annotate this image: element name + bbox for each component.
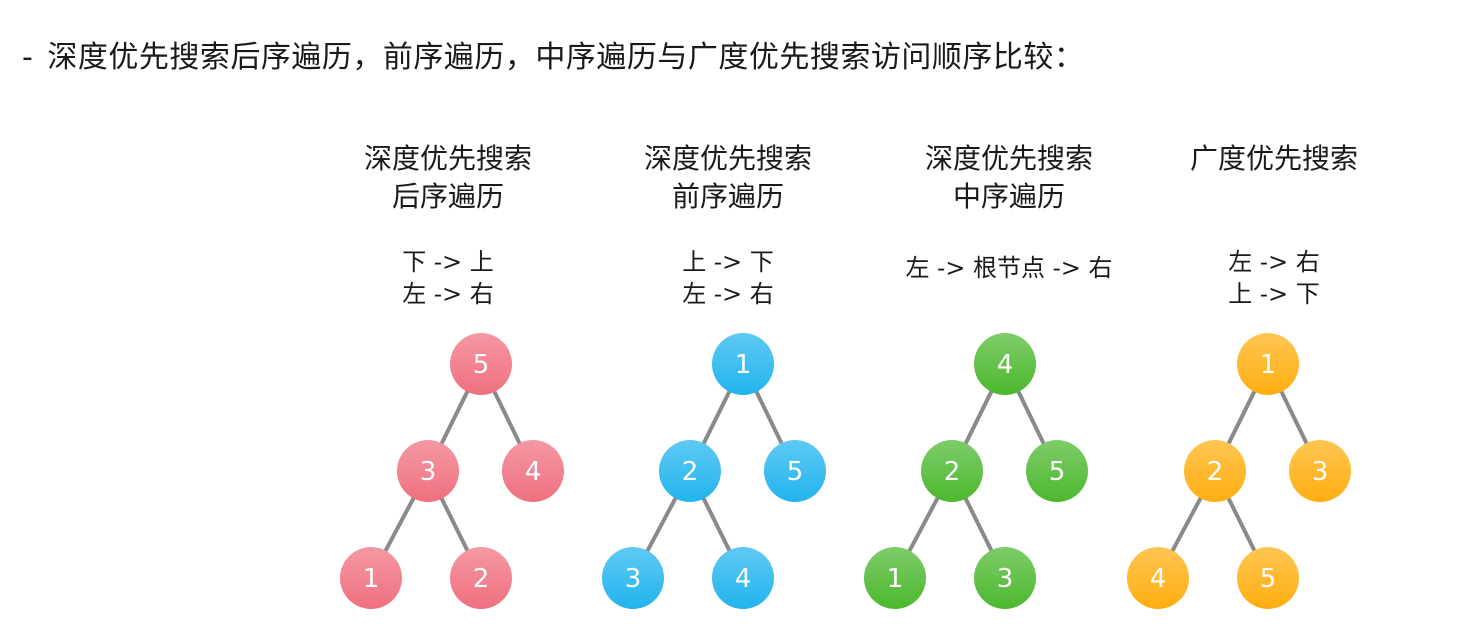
tree-edge bbox=[643, 492, 680, 557]
tree-node-left: 2 bbox=[659, 440, 721, 502]
tree-edge bbox=[381, 492, 418, 557]
tree-node-left-right: 5 bbox=[1237, 547, 1299, 609]
node-label: 2 bbox=[1207, 457, 1224, 487]
tree-postorder: 5 3 4 1 2 bbox=[340, 333, 564, 609]
node-label: 5 bbox=[1260, 564, 1277, 594]
node-label: 4 bbox=[525, 457, 542, 487]
tree-edge bbox=[699, 386, 734, 449]
tree-node-root: 5 bbox=[450, 333, 512, 395]
node-label: 3 bbox=[625, 564, 642, 594]
tree-node-left-left: 4 bbox=[1127, 547, 1189, 609]
tree-node-left: 2 bbox=[921, 440, 983, 502]
tree-node-left-left: 3 bbox=[602, 547, 664, 609]
node-label: 2 bbox=[473, 564, 490, 594]
tree-node-left: 3 bbox=[397, 440, 459, 502]
tree-node-left-left: 1 bbox=[340, 547, 402, 609]
tree-bfs: 1 2 3 4 5 bbox=[1127, 333, 1351, 609]
node-label: 1 bbox=[1260, 350, 1277, 380]
tree-node-left-left: 1 bbox=[864, 547, 926, 609]
tree-node-root: 1 bbox=[712, 333, 774, 395]
node-label: 2 bbox=[944, 457, 961, 487]
tree-edge bbox=[1224, 493, 1259, 556]
tree-node-left-right: 3 bbox=[974, 547, 1036, 609]
node-label: 5 bbox=[1049, 457, 1066, 487]
tree-edge bbox=[905, 492, 942, 557]
tree-node-left-right: 2 bbox=[450, 547, 512, 609]
node-label: 5 bbox=[473, 350, 490, 380]
tree-edge bbox=[1168, 492, 1205, 557]
node-label: 1 bbox=[363, 564, 380, 594]
node-label: 1 bbox=[887, 564, 904, 594]
node-label: 4 bbox=[997, 350, 1014, 380]
tree-edge bbox=[1277, 386, 1311, 449]
tree-edge bbox=[699, 493, 734, 556]
node-label: 1 bbox=[735, 350, 752, 380]
tree-node-left-right: 4 bbox=[712, 547, 774, 609]
tree-edge bbox=[1014, 386, 1048, 449]
node-label: 4 bbox=[735, 564, 752, 594]
node-label: 2 bbox=[682, 457, 699, 487]
tree-node-root: 1 bbox=[1237, 333, 1299, 395]
tree-preorder: 1 2 5 3 4 bbox=[602, 333, 826, 609]
tree-node-root: 4 bbox=[974, 333, 1036, 395]
node-label: 3 bbox=[420, 457, 437, 487]
tree-edge bbox=[752, 386, 786, 449]
tree-node-right: 3 bbox=[1289, 440, 1351, 502]
tree-edge bbox=[490, 386, 524, 449]
tree-edge bbox=[437, 386, 472, 449]
node-label: 4 bbox=[1150, 564, 1167, 594]
tree-edge bbox=[1224, 386, 1259, 449]
node-label: 5 bbox=[787, 457, 804, 487]
tree-node-right: 5 bbox=[764, 440, 826, 502]
tree-diagrams: 5 3 4 1 2 1 2 5 3 4 4 2 5 1 3 1 2 3 4 5 bbox=[340, 333, 1351, 609]
tree-inorder: 4 2 5 1 3 bbox=[864, 333, 1088, 609]
node-label: 3 bbox=[997, 564, 1014, 594]
tree-edge bbox=[961, 493, 996, 556]
tree-node-left: 2 bbox=[1184, 440, 1246, 502]
tree-node-right: 4 bbox=[502, 440, 564, 502]
tree-edge bbox=[437, 493, 472, 556]
node-label: 3 bbox=[1312, 457, 1329, 487]
tree-edge bbox=[961, 386, 996, 449]
tree-node-right: 5 bbox=[1026, 440, 1088, 502]
